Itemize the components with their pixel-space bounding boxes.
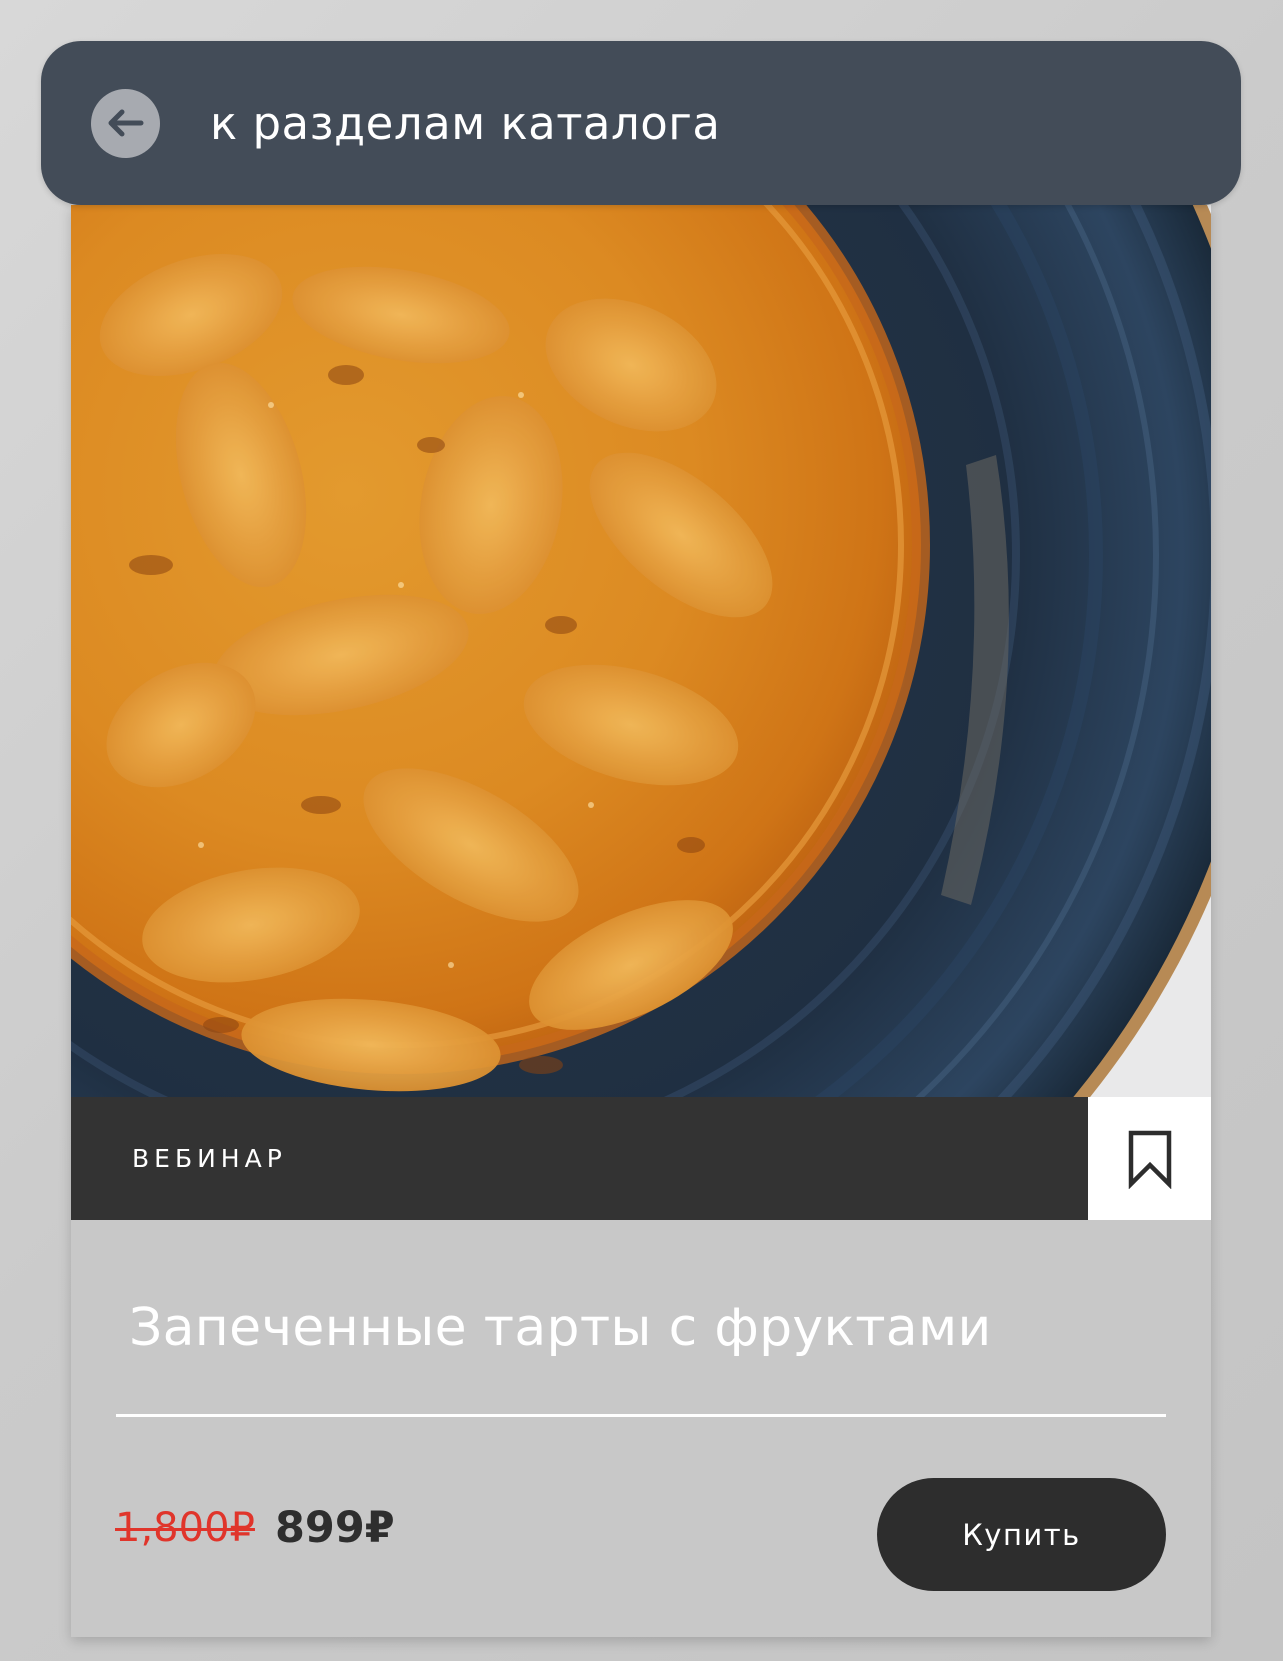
bookmark-icon	[1128, 1130, 1171, 1189]
bookmark-button[interactable]	[1088, 1097, 1211, 1220]
buy-button[interactable]: Купить	[877, 1478, 1166, 1591]
arrow-left-icon[interactable]	[91, 88, 160, 158]
title-divider	[116, 1414, 1166, 1417]
product-title[interactable]: Запеченные тарты с фруктами	[129, 1298, 992, 1358]
back-to-catalog-label: к разделам каталога	[210, 96, 721, 150]
product-type-badge: ВЕБИНАР	[71, 1097, 1088, 1220]
product-image	[71, 205, 1211, 1097]
product-type-label: ВЕБИНАР	[132, 1144, 287, 1173]
current-price: 899₽	[275, 1503, 395, 1553]
product-card: ВЕБИНАР Запеченные тарты с фруктами 1,80…	[71, 205, 1211, 1637]
back-to-catalog-bar[interactable]: к разделам каталога	[41, 41, 1241, 205]
old-price: 1,800₽	[115, 1505, 255, 1551]
product-type-bar: ВЕБИНАР	[71, 1097, 1211, 1220]
